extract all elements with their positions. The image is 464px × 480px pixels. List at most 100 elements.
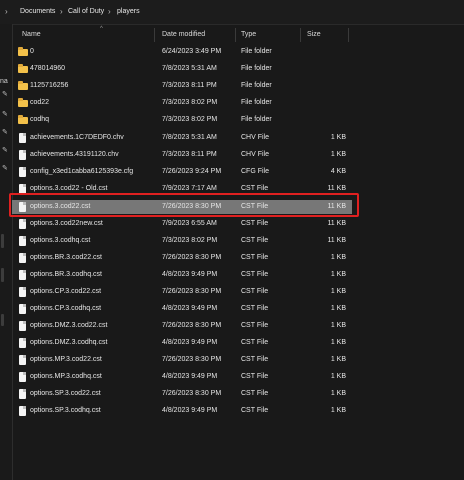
file-icon bbox=[18, 236, 28, 246]
file-row[interactable]: options.BR.3.cod22.cst 7/26/2023 8:30 PM C… bbox=[12, 251, 352, 265]
file-type: File folder bbox=[241, 65, 272, 72]
file-row[interactable]: options.SP.3.cod22.cst 7/26/2023 8:30 PM C… bbox=[12, 387, 352, 401]
file-icon bbox=[18, 389, 28, 399]
file-size: 1 KB bbox=[330, 390, 346, 397]
pin-icon[interactable]: ✎ bbox=[2, 90, 8, 98]
breadcrumb-players[interactable]: players bbox=[117, 8, 140, 15]
file-date-modified: 4/8/2023 9:49 PM bbox=[162, 407, 218, 414]
file-size: 1 KB bbox=[330, 305, 346, 312]
file-date-modified: 4/8/2023 9:49 PM bbox=[162, 373, 218, 380]
column-divider[interactable] bbox=[235, 28, 236, 42]
file-row[interactable]: 1125716256 7/3/2023 8:11 PM File folder bbox=[12, 79, 352, 93]
file-row[interactable]: options.CP.3.codhq.cst 4/8/2023 9:49 PM CS… bbox=[12, 302, 352, 316]
file-type: File folder bbox=[241, 82, 272, 89]
file-type: CHV File bbox=[241, 151, 270, 158]
file-date-modified: 7/3/2023 8:02 PM bbox=[162, 237, 218, 244]
file-date-modified: 7/26/2023 8:30 PM bbox=[162, 390, 222, 397]
file-date-modified: 7/3/2023 8:11 PM bbox=[162, 82, 217, 89]
file-name: options.BR.3.cod22.cst bbox=[30, 254, 102, 261]
folder-icon bbox=[18, 81, 28, 91]
file-icon bbox=[18, 304, 28, 314]
file-date-modified: 7/3/2023 8:11 PM bbox=[162, 151, 217, 158]
file-name: options.SP.3.cod22.cst bbox=[30, 390, 101, 397]
folder-icon bbox=[18, 47, 28, 57]
file-name: options.3.cod22new.cst bbox=[30, 220, 103, 227]
breadcrumb-documents[interactable]: Documents bbox=[20, 8, 55, 15]
file-date-modified: 7/3/2023 8:02 PM bbox=[162, 99, 218, 106]
file-row[interactable]: achievements.1C7DEDF0.chv 7/8/2023 5:31 A… bbox=[12, 131, 352, 145]
file-date-modified: 4/8/2023 9:49 PM bbox=[162, 305, 218, 312]
file-row[interactable]: options.DMZ.3.codhq.cst 4/8/2023 9:49 PM C… bbox=[12, 336, 352, 350]
file-name: options.DMZ.3.codhq.cst bbox=[30, 339, 108, 346]
file-type: CFG File bbox=[241, 168, 269, 175]
file-date-modified: 4/8/2023 9:49 PM bbox=[162, 339, 218, 346]
file-size: 11 KB bbox=[327, 237, 346, 244]
file-date-modified: 7/9/2023 7:17 AM bbox=[162, 185, 217, 192]
file-row[interactable]: 478014960 7/8/2023 5:31 AM File folder bbox=[12, 62, 352, 76]
file-date-modified: 6/24/2023 3:49 PM bbox=[162, 48, 222, 55]
chevron-right-icon: › bbox=[60, 7, 63, 16]
file-name: options.BR.3.codhq.cst bbox=[30, 271, 102, 278]
file-row[interactable]: options.SP.3.codhq.cst 4/8/2023 9:49 PM CS… bbox=[12, 404, 352, 418]
pin-icon[interactable]: ✎ bbox=[2, 128, 8, 136]
column-divider[interactable] bbox=[300, 28, 301, 42]
column-header-name[interactable]: Name bbox=[22, 31, 41, 38]
file-date-modified: 4/8/2023 9:49 PM bbox=[162, 271, 218, 278]
sidebar-label: na bbox=[0, 78, 8, 85]
breadcrumb-call-of-duty[interactable]: Call of Duty bbox=[68, 8, 104, 15]
file-date-modified: 7/26/2023 8:30 PM bbox=[162, 254, 222, 261]
column-header-size[interactable]: Size bbox=[307, 31, 321, 38]
file-row[interactable]: codhq 7/3/2023 8:02 PM File folder bbox=[12, 113, 352, 127]
file-name: cod22 bbox=[30, 99, 50, 106]
column-divider[interactable] bbox=[154, 28, 155, 42]
file-date-modified: 7/26/2023 8:30 PM bbox=[162, 356, 222, 363]
file-name: codhq bbox=[30, 116, 50, 123]
file-type: File folder bbox=[241, 99, 272, 106]
file-size: 1 KB bbox=[330, 407, 346, 414]
file-name: achievements.1C7DEDF0.chv bbox=[30, 134, 124, 141]
file-icon bbox=[18, 133, 28, 143]
file-name: config_x3ed1cabba6125393e.cfg bbox=[30, 168, 134, 175]
file-date-modified: 7/3/2023 8:02 PM bbox=[162, 116, 218, 123]
file-row[interactable]: options.3.codhq.cst 7/3/2023 8:02 PM CST F… bbox=[12, 234, 352, 248]
file-name: 1125716256 bbox=[30, 82, 69, 89]
file-name: 0 bbox=[30, 48, 34, 55]
file-type: CST File bbox=[241, 356, 269, 363]
file-row[interactable]: achievements.43191120.chv 7/3/2023 8:11 P… bbox=[12, 148, 352, 162]
file-type: CST File bbox=[241, 339, 269, 346]
file-row[interactable]: options.MP.3.codhq.cst 4/8/2023 9:49 PM CS… bbox=[12, 370, 352, 384]
file-type: CST File bbox=[241, 254, 269, 261]
file-size: 4 KB bbox=[330, 168, 346, 175]
file-size: 1 KB bbox=[330, 271, 346, 278]
file-row[interactable]: config_x3ed1cabba6125393e.cfg 7/26/2023 9… bbox=[12, 165, 352, 179]
sidebar-scroll-mark bbox=[1, 314, 4, 326]
file-row[interactable]: cod22 7/3/2023 8:02 PM File folder bbox=[12, 96, 352, 110]
highlight-annotation bbox=[9, 193, 359, 217]
file-name: options.CP.3.codhq.cst bbox=[30, 305, 102, 312]
column-divider[interactable] bbox=[348, 28, 349, 42]
column-header-date-modified[interactable]: Date modified bbox=[162, 31, 205, 38]
file-row[interactable]: options.3.cod22new.cst 7/9/2023 6:55 AM CS… bbox=[12, 217, 352, 231]
file-row[interactable]: options.BR.3.codhq.cst 4/8/2023 9:49 PM CS… bbox=[12, 268, 352, 282]
file-icon bbox=[18, 219, 28, 229]
file-row[interactable]: options.CP.3.cod22.cst 7/26/2023 8:30 PM C… bbox=[12, 285, 352, 299]
file-name: options.DMZ.3.cod22.cst bbox=[30, 322, 108, 329]
file-icon bbox=[18, 338, 28, 348]
file-row[interactable]: options.MP.3.cod22.cst 7/26/2023 8:30 PM C… bbox=[12, 353, 352, 367]
file-row[interactable]: options.DMZ.3.cod22.cst 7/26/2023 8:30 PM… bbox=[12, 319, 352, 333]
file-date-modified: 7/26/2023 8:30 PM bbox=[162, 288, 222, 295]
file-icon bbox=[18, 321, 28, 331]
file-size: 1 KB bbox=[330, 151, 346, 158]
pin-icon[interactable]: ✎ bbox=[2, 110, 8, 118]
file-type: File folder bbox=[241, 48, 272, 55]
file-row[interactable]: 0 6/24/2023 3:49 PM File folder bbox=[12, 45, 352, 59]
file-icon bbox=[18, 270, 28, 280]
file-size: 1 KB bbox=[330, 356, 346, 363]
file-type: CST File bbox=[241, 237, 269, 244]
pin-icon[interactable]: ✎ bbox=[2, 146, 8, 154]
file-date-modified: 7/8/2023 5:31 AM bbox=[162, 65, 217, 72]
column-header-type[interactable]: Type bbox=[241, 31, 256, 38]
pin-icon[interactable]: ✎ bbox=[2, 164, 8, 172]
file-type: CST File bbox=[241, 305, 269, 312]
file-type: CST File bbox=[241, 220, 269, 227]
